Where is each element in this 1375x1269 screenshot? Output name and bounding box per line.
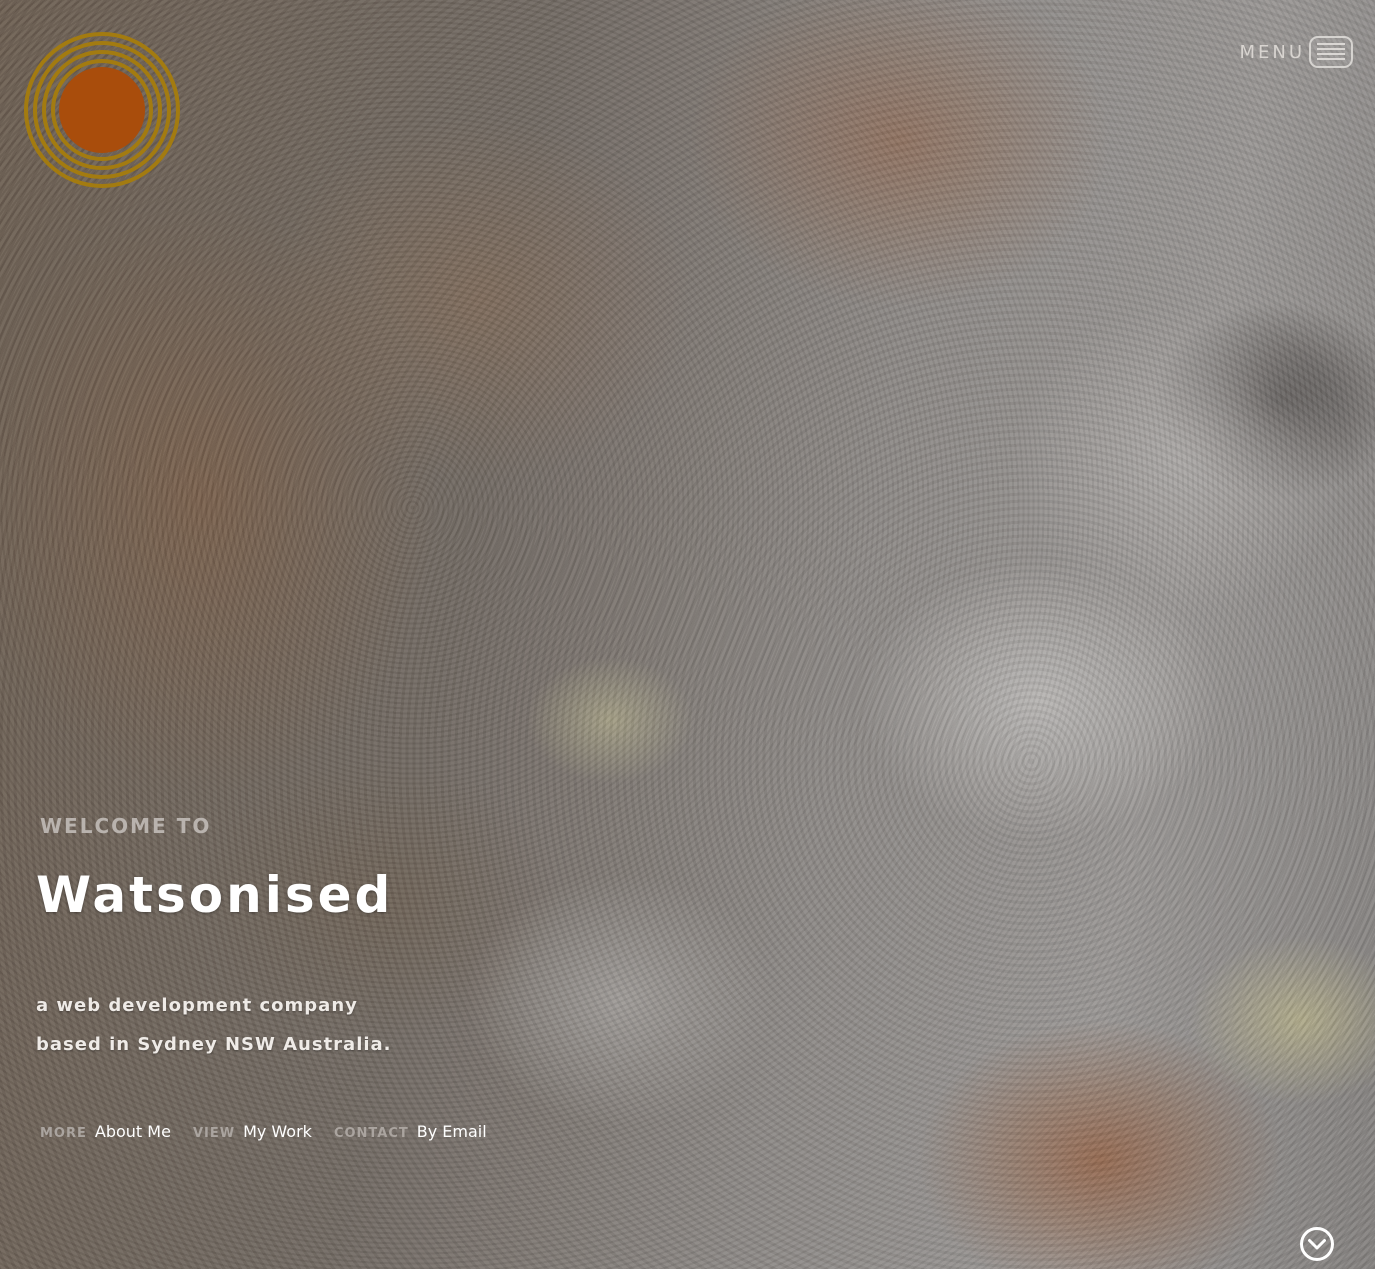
menu-button[interactable]: MENU: [1239, 36, 1353, 68]
welcome-eyebrow: WELCOME TO: [40, 814, 212, 838]
hero-links: MORE About Me VIEW My Work CONTACT By Em…: [40, 1122, 487, 1141]
concentric-sun-logo-icon[interactable]: [23, 31, 181, 189]
my-work-link[interactable]: VIEW My Work: [193, 1122, 312, 1141]
hamburger-icon: [1309, 36, 1353, 68]
chevron-down-circle-icon[interactable]: [1299, 1226, 1335, 1262]
hero-background: [0, 0, 1375, 1269]
about-me-link[interactable]: MORE About Me: [40, 1122, 171, 1141]
link-prefix: CONTACT: [333, 1126, 409, 1141]
contact-email-link[interactable]: CONTACT By Email: [334, 1122, 487, 1141]
tagline-line: based in Sydney NSW Australia.: [36, 1034, 392, 1055]
page-title: Watsonised: [36, 866, 394, 924]
link-prefix: VIEW: [192, 1126, 236, 1141]
tagline: a web development company based in Sydne…: [36, 986, 392, 1064]
link-prefix: MORE: [40, 1126, 87, 1141]
link-label: My Work: [243, 1122, 312, 1141]
tagline-line: a web development company: [36, 995, 358, 1016]
menu-label: MENU: [1239, 41, 1305, 63]
link-label: By Email: [416, 1122, 487, 1141]
link-label: About Me: [94, 1122, 171, 1141]
